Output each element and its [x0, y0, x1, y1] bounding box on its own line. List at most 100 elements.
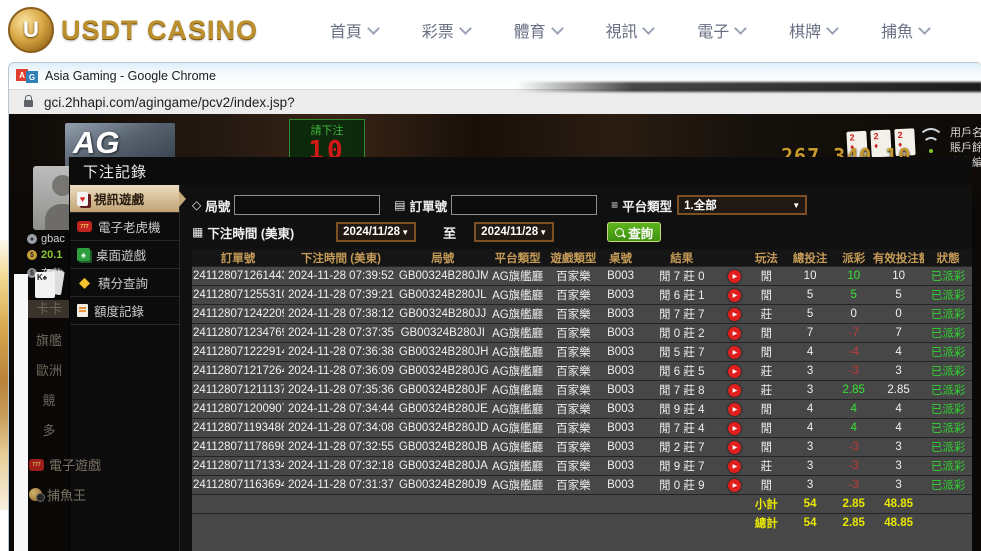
replay-button[interactable] — [728, 289, 741, 302]
total-row: 總計 54 2.85 48.85 — [192, 514, 972, 533]
order-number: 241128071171334 — [192, 457, 284, 476]
window-shadow — [517, 82, 981, 92]
bet-time: 2024-11-28 07:38:12 — [284, 305, 398, 324]
table-number: B003 — [599, 419, 642, 438]
replay-button[interactable] — [728, 270, 741, 283]
replay-button[interactable] — [728, 384, 741, 397]
valid-bet: 4 — [873, 419, 924, 438]
sidebar-item[interactable]: ◆ 積分查詢 — [70, 269, 179, 297]
valid-bet: 3 — [873, 362, 924, 381]
sidebar-item[interactable]: ♠ 桌面遊戲 — [70, 241, 179, 269]
platform-select[interactable]: 1.全部 ▼ — [677, 195, 807, 215]
screen: U USDT CASINO 首頁 彩票 體育 — [0, 0, 981, 551]
nav-item-label: 捕魚 — [881, 18, 913, 42]
bet-time: 2024-11-28 07:36:38 — [284, 343, 398, 362]
lobby-menu: 卡卡旗艦歐洲競多 — [27, 300, 71, 450]
order-input[interactable] — [451, 195, 597, 215]
sidebar-item[interactable]: ♥ 視訊遊戲 — [70, 185, 179, 213]
table-row: 241128071211137 2024-11-28 07:35:36 GB00… — [192, 381, 972, 400]
nav-item[interactable]: 首頁 — [330, 18, 378, 42]
bet-type: 閒 — [747, 438, 785, 457]
column-header: 結果 — [642, 249, 722, 267]
bet-time: 2024-11-28 07:39:52 — [284, 267, 398, 286]
nav-item[interactable]: 體育 — [514, 18, 562, 42]
replay-button[interactable] — [728, 308, 741, 321]
url-text: gci.2hhapi.com/agingame/pcv2/index.jsp? — [44, 95, 295, 110]
nav-item-label: 體育 — [514, 18, 546, 42]
nav-item[interactable]: 棋牌 — [789, 18, 837, 42]
lobby-menu-item: 卡卡 — [27, 300, 71, 318]
platform-type: AG旗艦廳 — [488, 267, 548, 286]
round-number: GB00324B280J9 — [398, 476, 488, 495]
payout: -4 — [835, 343, 873, 362]
table-row: 241128071242209 2024-11-28 07:38:12 GB00… — [192, 305, 972, 324]
game-type: 百家樂 — [548, 343, 599, 362]
order-number: 241128071211137 — [192, 381, 284, 400]
username-row: ● gbac — [27, 233, 65, 245]
bet-type: 莊 — [747, 457, 785, 476]
date-to-value: 2024/11/28 — [481, 226, 538, 238]
order-number: 241128071222914 — [192, 343, 284, 362]
status-badge: 已派彩 — [924, 286, 972, 305]
search-button[interactable]: 查詢 — [607, 222, 661, 242]
search-button-label: 查詢 — [628, 223, 653, 242]
replay-button[interactable] — [728, 327, 741, 340]
sidebar-item[interactable]: 額度記錄 — [70, 297, 179, 325]
bet-table: 訂單號下注時間 (美東)局號平台類型遊戲類型桌號結果玩法總投注派彩有效投注額狀態… — [192, 249, 972, 532]
replay-button[interactable] — [728, 346, 741, 359]
replay-button[interactable] — [728, 422, 741, 435]
round-number: GB00324B280JJ — [398, 305, 488, 324]
total-bet: 7 — [786, 324, 835, 343]
sidebar-item-icon: ♠ — [77, 248, 90, 261]
replay-button[interactable] — [728, 460, 741, 473]
result: 閒 7 莊 7 — [642, 305, 722, 324]
bet-type: 莊 — [747, 381, 785, 400]
total-total: 54 — [786, 514, 835, 533]
replay-button[interactable] — [728, 365, 741, 378]
sidebar-item[interactable]: 777 電子老虎機 — [70, 213, 179, 241]
lobby-menu-item: 歐洲 — [27, 360, 71, 378]
game-type: 百家樂 — [548, 305, 599, 324]
bet-type: 閒 — [747, 324, 785, 343]
window-titlebar[interactable]: AG Asia Gaming - Google Chrome — [9, 63, 981, 89]
logo-coin-icon: U — [8, 7, 54, 53]
replay-button[interactable] — [728, 479, 741, 492]
site-header: U USDT CASINO 首頁 彩票 體育 — [0, 0, 981, 60]
payout: 4 — [835, 419, 873, 438]
modal-sidebar: ♥ 視訊遊戲 777 電子老虎機 ♠ 桌面遊戲 — [70, 185, 180, 551]
nav-item-label: 視訊 — [605, 18, 637, 42]
lobby-fishing-label: 捕魚王 — [47, 485, 86, 504]
replay-button[interactable] — [728, 403, 741, 416]
slot-777-icon: 777 — [29, 459, 44, 471]
nav-item[interactable]: 彩票 — [422, 18, 470, 42]
table-number: B003 — [599, 476, 642, 495]
total-bet: 4 — [786, 343, 835, 362]
status-badge: 已派彩 — [924, 419, 972, 438]
date-from-select[interactable]: 2024/11/28 ▼ — [336, 222, 416, 242]
nav-item-label: 首頁 — [330, 18, 362, 42]
order-number: 241128071178698 — [192, 438, 284, 457]
order-number: 241128071242209 — [192, 305, 284, 324]
round-number: GB00324B280JB — [398, 438, 488, 457]
bet-time-label: ▦ 下注時間 (美東) — [192, 223, 294, 242]
round-input[interactable] — [234, 195, 380, 215]
column-header: 局號 — [398, 249, 488, 267]
nav-item[interactable]: 捕魚 — [881, 18, 929, 42]
replay-button[interactable] — [728, 441, 741, 454]
payout: 0 — [835, 305, 873, 324]
result: 閒 9 莊 4 — [642, 400, 722, 419]
nav-item[interactable]: 視訊 — [605, 18, 653, 42]
result: 閒 9 莊 7 — [642, 457, 722, 476]
round-label: ◇ 局號 — [192, 196, 230, 215]
sidebar-item-label: 電子老虎機 — [98, 217, 161, 236]
column-header: 狀態 — [924, 249, 972, 267]
platform-type: AG旗艦廳 — [488, 343, 548, 362]
nav-item[interactable]: 電子 — [697, 18, 745, 42]
nav-item-label: 彩票 — [422, 18, 454, 42]
address-bar[interactable]: gci.2hhapi.com/agingame/pcv2/index.jsp? — [9, 89, 981, 114]
page-edge-strip — [14, 274, 28, 551]
column-header: 派彩 — [835, 249, 873, 267]
game-type: 百家樂 — [548, 419, 599, 438]
date-to-select[interactable]: 2024/11/28 ▼ — [474, 222, 554, 242]
site-logo[interactable]: U USDT CASINO — [8, 7, 258, 53]
